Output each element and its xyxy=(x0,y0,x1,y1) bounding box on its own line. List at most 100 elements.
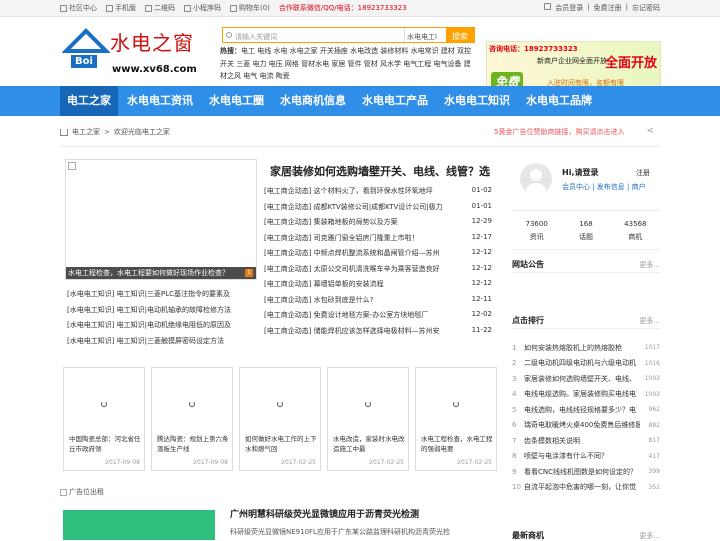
search-button[interactable]: 搜索 xyxy=(446,28,474,42)
rank-item[interactable]: 9 看看CNC线线机图数是如何设定的？ 399 xyxy=(512,464,660,480)
rank-item[interactable]: 6 瑞奇电取暖烤火桌400免费售后维修服 882 xyxy=(512,418,660,434)
site-logo[interactable]: Boi 水电之窗 www.xv68.com xyxy=(62,25,204,80)
list-item[interactable]: [水电电工知识] 电工知识|三菱PLC基注指令的要素及 xyxy=(67,289,262,305)
logo-badge: Boi xyxy=(71,55,97,68)
hot-keywords-label: 热搜： xyxy=(220,47,241,55)
member-links[interactable]: 会员中心 | 发布信息 | 商户 xyxy=(562,182,646,192)
breadcrumb-current: 欢迎光临电工之家 xyxy=(113,128,170,136)
register-button[interactable]: 注册 xyxy=(636,168,650,178)
rank-title: 点击排行 xyxy=(512,316,544,325)
image-cards: 中国陶瓷总部：河北省任丘市政府领 2017-09-08 腾达陶瓷：规划上第六条落板… xyxy=(63,367,497,471)
hot-keywords: 热搜：电工 电线 水电 水电之家 开关插座 水电改造 装修材料 水电常识 建材 … xyxy=(220,45,476,83)
list-item[interactable]: [电工商企动态] 免费设计地毯方案-办公室方块地毯厂 12-02 xyxy=(264,310,492,326)
loading-icon xyxy=(277,401,283,407)
article-title[interactable]: 广州明慧科研级荧光显微镜应用于沥青荧光检测 xyxy=(230,507,419,520)
list-item[interactable]: [电工商企动态] 成都KTV装修公司|成都KTV设计公司|极力 01-01 xyxy=(264,202,492,218)
site-stats: 73600 资讯 168 话题 43568 商机 xyxy=(512,218,660,244)
hotline-text: 合作联系微信/QQ/电话：18923733323 xyxy=(278,4,407,12)
list-item[interactable]: [电工商企动态] 集装箱地板的局势以及方案 12-29 xyxy=(264,217,492,233)
divider xyxy=(512,328,660,329)
divider xyxy=(512,249,660,250)
list-item[interactable]: [电工商企动态] 水包砂到底是什么? 12-11 xyxy=(264,295,492,311)
notice-title: 网站公告 xyxy=(512,260,544,269)
nav-knowledge[interactable]: 水电电工知识 xyxy=(437,86,517,116)
mobile-link[interactable]: 手机版 xyxy=(106,3,136,13)
nav-home[interactable]: 电工之家 xyxy=(60,86,118,116)
broken-image-icon xyxy=(68,162,76,170)
rank-more-link[interactable]: 更多... xyxy=(639,316,660,326)
rank-item[interactable]: 7 齿条模数相关说明 817 xyxy=(512,433,660,449)
rank-item[interactable]: 2 二级电动机四级电动机与六级电动机 1016 xyxy=(512,356,660,372)
loading-icon xyxy=(453,401,459,407)
home-icon xyxy=(60,4,67,12)
cart-link[interactable]: 购物车(0) xyxy=(230,3,270,13)
qrcode-link[interactable]: 二维码 xyxy=(145,3,175,13)
article-thumbnail[interactable] xyxy=(63,510,215,540)
share-icon[interactable]: < xyxy=(646,126,654,136)
list-item[interactable]: [电工商企动态] 储能焊机应该怎样选择电极材料—苏州安 11-22 xyxy=(264,326,492,342)
miniprogram-link[interactable]: 小程序码 xyxy=(184,3,221,13)
list-item[interactable]: [电工商企动态] 司克雅门窗全铝房门隆重上市啦！ 12-17 xyxy=(264,233,492,249)
stat-business[interactable]: 43568 商机 xyxy=(611,218,660,244)
ad-slot[interactable]: 广告位出租 xyxy=(60,487,104,497)
nav-news[interactable]: 水电电工资讯 xyxy=(120,86,200,116)
forgot-password-link[interactable]: 忘记密码 xyxy=(632,3,660,13)
main-nav: 电工之家 水电电工资讯 水电电工圈 水电商机信息 水电电工产品 水电电工知识 水… xyxy=(0,86,720,116)
list-item[interactable]: [电工商企动态] 幕墙铝单板的安装流程 12-12 xyxy=(264,279,492,295)
ad-title: 全面开放 xyxy=(605,56,658,71)
news-list: [电工商企动态] 这个材料火了，看到环保水性环氧地坪 01-02 [电工商企动态]… xyxy=(264,186,492,341)
stat-news[interactable]: 73600 资讯 xyxy=(512,218,561,244)
featured-image[interactable]: 水电工程检查，水电工程要如何做好现场作业检查？ 1 xyxy=(65,159,257,280)
list-item[interactable]: [电工商企动态] 这个材料火了，看到环保水性环氧地坪 01-02 xyxy=(264,186,492,202)
nav-business[interactable]: 水电商机信息 xyxy=(273,86,353,116)
news-card[interactable]: 腾达陶瓷：规划上第六条落板生产线 2017-09-08 xyxy=(151,367,233,471)
rank-item[interactable]: 4 电线电缆选购。家居装修购买电线电 1003 xyxy=(512,387,660,403)
loading-icon xyxy=(365,401,371,407)
knowledge-list: [水电电工知识] 电工知识|三菱PLC基注指令的要素及 [水电电工知识] 电工知… xyxy=(67,289,262,351)
user-icon xyxy=(544,3,552,10)
login-greeting[interactable]: Hi,请登录 xyxy=(562,167,598,178)
news-card[interactable]: 中国陶瓷总部：河北省任丘市政府领 2017-09-08 xyxy=(63,367,145,471)
phone-icon xyxy=(106,4,113,12)
rank-item[interactable]: 5 电线选购，电线线径规格要多少？电 962 xyxy=(512,402,660,418)
list-item[interactable]: [水电电工知识] 电工知识|三菱触摸屏密码设定方法 xyxy=(67,336,262,352)
article-summary: 科研级荧光显微镜NE910FL应用于广东某公路监理科研机构沥青荧光检 xyxy=(230,528,450,536)
register-link[interactable]: 免费注册 xyxy=(594,3,622,13)
top-bar: 社区中心 手机版 二维码 小程序码 购物车(0) 合作联系微信/QQ/电话：18… xyxy=(0,0,720,17)
login-link[interactable]: 会员登录 xyxy=(555,3,583,13)
stat-topics[interactable]: 168 话题 xyxy=(561,218,610,244)
list-item[interactable]: [水电电工知识] 电工知识|电动机轴承的故障检修方法 xyxy=(67,305,262,321)
headline[interactable]: 家居装修如何选购墙壁开关、电线、线管？选 xyxy=(270,163,490,179)
slide-number[interactable]: 1 xyxy=(245,269,253,277)
broken-image-icon xyxy=(60,488,67,496)
rank-item[interactable]: 3 家居装修如何选购墙壁开关、电线、 1003 xyxy=(512,371,660,387)
hot-keywords-list[interactable]: 电工 电线 水电 水电之家 开关插座 水电改造 装修材料 水电常识 建材 双控开… xyxy=(220,47,471,80)
nav-circle[interactable]: 水电电工圈 xyxy=(202,86,271,116)
search-input[interactable]: 请输入关键词 xyxy=(223,28,404,42)
miniprogram-icon xyxy=(184,4,191,12)
rank-item[interactable]: 10 自流平起泡中危害的哪一刻，让你觉 352 xyxy=(512,480,660,496)
featured-caption: 水电工程检查，水电工程要如何做好现场作业检查？ 1 xyxy=(66,267,256,279)
rank-item[interactable]: 1 如何安装热熔胶机上的热熔胶枪 1017 xyxy=(512,340,660,356)
breadcrumb-home[interactable]: 电工之家 xyxy=(72,127,100,137)
nav-brands[interactable]: 水电电工品牌 xyxy=(519,86,599,116)
community-link[interactable]: 社区中心 xyxy=(60,3,97,13)
news-card[interactable]: 如何做好水电工作的上下水和燃气回 2017-02-25 xyxy=(239,367,321,471)
logo-text: 水电之窗 xyxy=(110,31,194,55)
list-item[interactable]: [电工商企动态] 太原公交司机清洗喉车辛为乘客营造良好 12-12 xyxy=(264,264,492,280)
login-panel: Hi,请登录 注册 会员中心 | 发布信息 | 商户 xyxy=(512,158,660,206)
avatar xyxy=(520,163,552,195)
loading-icon xyxy=(189,401,195,407)
home-icon xyxy=(60,128,68,136)
sponsor-notice[interactable]: 5黄金广告位赞助商链接，购买请点击进入 xyxy=(494,127,624,137)
news-card[interactable]: 水电工程检查，水电工程的强弱电要 2017-02-25 xyxy=(415,367,497,471)
search-category-select[interactable]: 水电电工l xyxy=(404,28,446,42)
news-card[interactable]: 水电改造，家装时水电改造施工中最 2017-02-25 xyxy=(327,367,409,471)
rank-item[interactable]: 8 喷壁与电涂漆有什么不同？ 417 xyxy=(512,449,660,465)
list-item[interactable]: [电工商企动态] 中频点焊机整流系统和晶闸管介绍—苏州 12-12 xyxy=(264,248,492,264)
nav-products[interactable]: 水电电工产品 xyxy=(355,86,435,116)
qrcode-icon xyxy=(145,4,152,12)
list-item[interactable]: [水电电工知识] 电工知识|电动机绝缘电阻低的原因及 xyxy=(67,320,262,336)
ad-phone: 咨询电话：18923733323 xyxy=(489,45,578,53)
notice-more-link[interactable]: 更多... xyxy=(639,260,660,270)
